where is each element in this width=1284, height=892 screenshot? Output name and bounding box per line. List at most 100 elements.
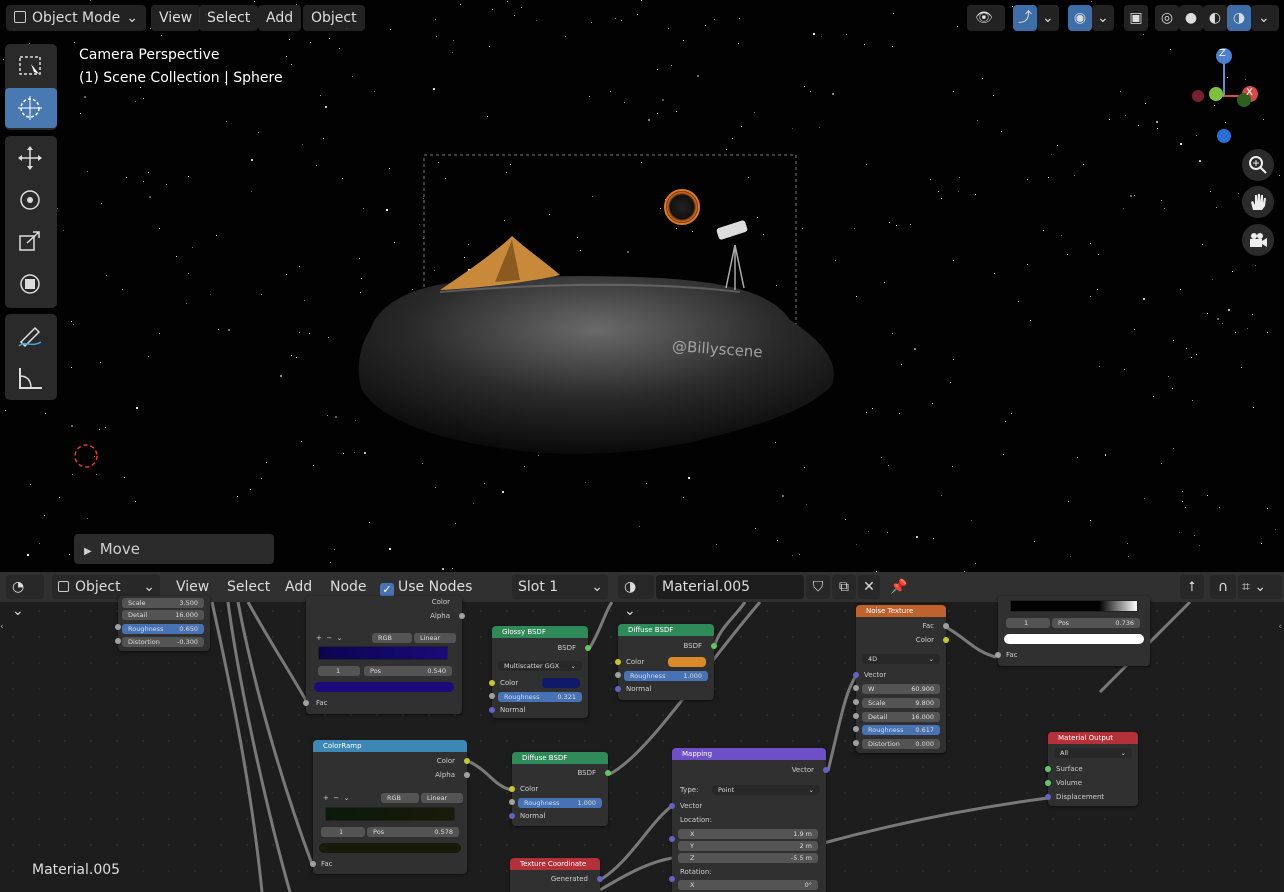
tool-scale[interactable] (5, 222, 57, 262)
socket-vector-out[interactable] (823, 767, 829, 773)
socket-roughness[interactable] (509, 799, 515, 805)
node-glossy-bsdf[interactable]: Glossy BSDF BSDF Multiscatter GGX ⌄ Color… (489, 626, 591, 718)
tool-measure[interactable] (5, 358, 57, 398)
field-detail[interactable]: Detail 16.000 (862, 712, 940, 722)
tool-transform[interactable] (5, 264, 57, 304)
3d-viewport[interactable]: @Billyscene Object Mode ⌄ View Select Ad… (0, 0, 1284, 572)
field-detail[interactable]: Detail 16.000 (122, 610, 204, 620)
socket-roughness[interactable] (853, 726, 859, 732)
field-roughness[interactable]: Roughness 0.617 (862, 725, 940, 735)
field-location-z[interactable]: Z -5.5 m (678, 853, 818, 863)
color-swatch[interactable] (542, 678, 580, 688)
socket-distortion[interactable] (853, 740, 859, 746)
field-rotation-x[interactable]: X 0° (678, 880, 818, 890)
field-roughness[interactable]: Roughness 1.000 (518, 798, 602, 808)
socket-scale[interactable] (853, 699, 859, 705)
ramp-stop-color[interactable] (1004, 634, 1144, 644)
shader-node-editor[interactable]: ◔ ⌄ Object ⌄ View Select Add Node ✓ Use No… (0, 572, 1284, 892)
unlink-material-button[interactable]: ✕ (858, 575, 880, 599)
socket-fac-out[interactable] (943, 623, 949, 629)
node-diffuse-bsdf-mid[interactable]: Diffuse BSDF BSDF Color Roughness 1.000 N… (509, 752, 611, 826)
ramp-add-remove[interactable]: + − ⌄ (323, 794, 350, 802)
socket-color-out[interactable] (464, 758, 470, 764)
ramp-gradient[interactable] (318, 646, 448, 660)
collapse-right-arrow[interactable]: ‹ (1278, 622, 1282, 632)
overlays-toggle[interactable]: ◉ (1068, 5, 1092, 31)
field-location-x[interactable]: X 1.9 m (678, 829, 818, 839)
socket-w[interactable] (853, 685, 859, 691)
field-roughness[interactable]: Roughness 1.000 (624, 671, 708, 681)
ramp-mode[interactable]: RGB (372, 633, 412, 643)
socket-distortion[interactable] (115, 638, 121, 644)
shading-material[interactable]: ◐ (1203, 5, 1227, 31)
shading-solid[interactable]: ● (1179, 5, 1203, 31)
ramp-gradient[interactable] (325, 807, 455, 821)
socket-displacement[interactable] (1045, 794, 1051, 800)
socket-color-out[interactable] (943, 637, 949, 643)
gizmo-toggle[interactable]: ⤴ (1013, 5, 1037, 31)
ramp-index[interactable]: 1 (321, 827, 365, 837)
ramp-mode[interactable]: RGB (381, 793, 419, 803)
field-roughness[interactable]: Roughness 0.321 (498, 692, 582, 702)
node-texture-top-left[interactable]: Scale 3.500 Detail 16.000 Roughness 0.650 D… (115, 596, 210, 651)
tool-select-box[interactable] (5, 46, 57, 86)
field-w[interactable]: W 60.900 (862, 684, 940, 694)
tool-move[interactable] (5, 138, 57, 178)
menu-view[interactable]: View (151, 5, 201, 31)
socket-rotation[interactable] (669, 876, 675, 882)
socket-location[interactable] (669, 836, 675, 842)
node-colorramp[interactable]: ColorRamp Color Alpha + − ⌄ RGB Linear 1… (310, 740, 470, 874)
shading-rendered[interactable]: ◑ (1227, 5, 1251, 31)
field-roughness[interactable]: Roughness 0.650 (122, 624, 204, 634)
tool-annotate[interactable] (5, 316, 57, 356)
socket-vector[interactable] (669, 803, 675, 809)
ramp-index[interactable]: 1 (1006, 618, 1050, 628)
socket-normal[interactable] (615, 686, 621, 692)
ramp-pos[interactable]: Pos 0.736 (1052, 618, 1140, 628)
socket-generated-out[interactable] (597, 876, 603, 882)
socket-fac[interactable] (303, 700, 309, 706)
socket-alpha[interactable] (459, 613, 465, 619)
dimensions-select[interactable]: 4D ⌄ (862, 654, 940, 664)
last-operator-panel[interactable]: ▶ Move (74, 534, 274, 564)
target-select[interactable]: All ⌄ (1054, 748, 1132, 758)
menu-select[interactable]: Select (199, 5, 259, 31)
material-browse-button[interactable]: ◑ ⌄ (618, 575, 654, 619)
socket-alpha-out[interactable] (464, 772, 470, 778)
socket-bsdf-out[interactable] (605, 770, 611, 776)
socket-normal[interactable] (489, 707, 495, 713)
ramp-stop-color[interactable] (314, 682, 454, 692)
field-distortion[interactable]: Distortion 0.000 (862, 739, 940, 749)
socket-detail[interactable] (853, 713, 859, 719)
type-select[interactable]: Point ⌄ (712, 785, 820, 795)
material-name-field[interactable]: Material.005 (656, 575, 804, 599)
socket-vector[interactable] (853, 672, 859, 678)
socket-color[interactable] (615, 659, 621, 665)
fake-user-button[interactable]: ⛉ (806, 575, 830, 599)
socket-color[interactable] (489, 680, 495, 686)
ramp-index[interactable]: 1 (318, 666, 360, 676)
socket-fac[interactable] (995, 652, 1001, 658)
menu-object[interactable]: Object (303, 5, 365, 31)
ramp-pos[interactable]: Pos 0.540 (364, 666, 452, 676)
camera-view-button[interactable] (1242, 224, 1274, 256)
parent-node-tree-button[interactable]: ⭡ (1180, 575, 1204, 599)
color-swatch[interactable] (668, 657, 706, 667)
socket-surface[interactable] (1045, 766, 1051, 772)
ramp-stop-color[interactable] (319, 843, 461, 853)
node-colorramp-right[interactable]: 1 Pos 0.736 Fac (995, 596, 1150, 666)
ramp-interp[interactable]: Linear (421, 793, 463, 803)
ramp-add-remove[interactable]: + − ⌄ (316, 634, 343, 642)
tool-rotate[interactable] (5, 180, 57, 220)
ramp-pos[interactable]: Pos 0.578 (367, 827, 459, 837)
collapse-left-arrow[interactable]: ‹ (0, 622, 4, 632)
gizmo-dropdown[interactable]: ⌄ (1037, 5, 1059, 31)
navigation-gizmo[interactable] (1180, 44, 1270, 144)
ramp-interp[interactable]: Linear (414, 633, 456, 643)
overlays-dropdown[interactable]: ⌄ (1092, 5, 1114, 31)
xray-toggle[interactable]: ▣ (1124, 5, 1148, 31)
socket-color[interactable] (509, 786, 515, 792)
pan-button[interactable] (1242, 186, 1274, 218)
tool-cursor[interactable] (5, 88, 57, 128)
node-texture-coordinate[interactable]: Texture Coordinate Generated (510, 858, 603, 892)
